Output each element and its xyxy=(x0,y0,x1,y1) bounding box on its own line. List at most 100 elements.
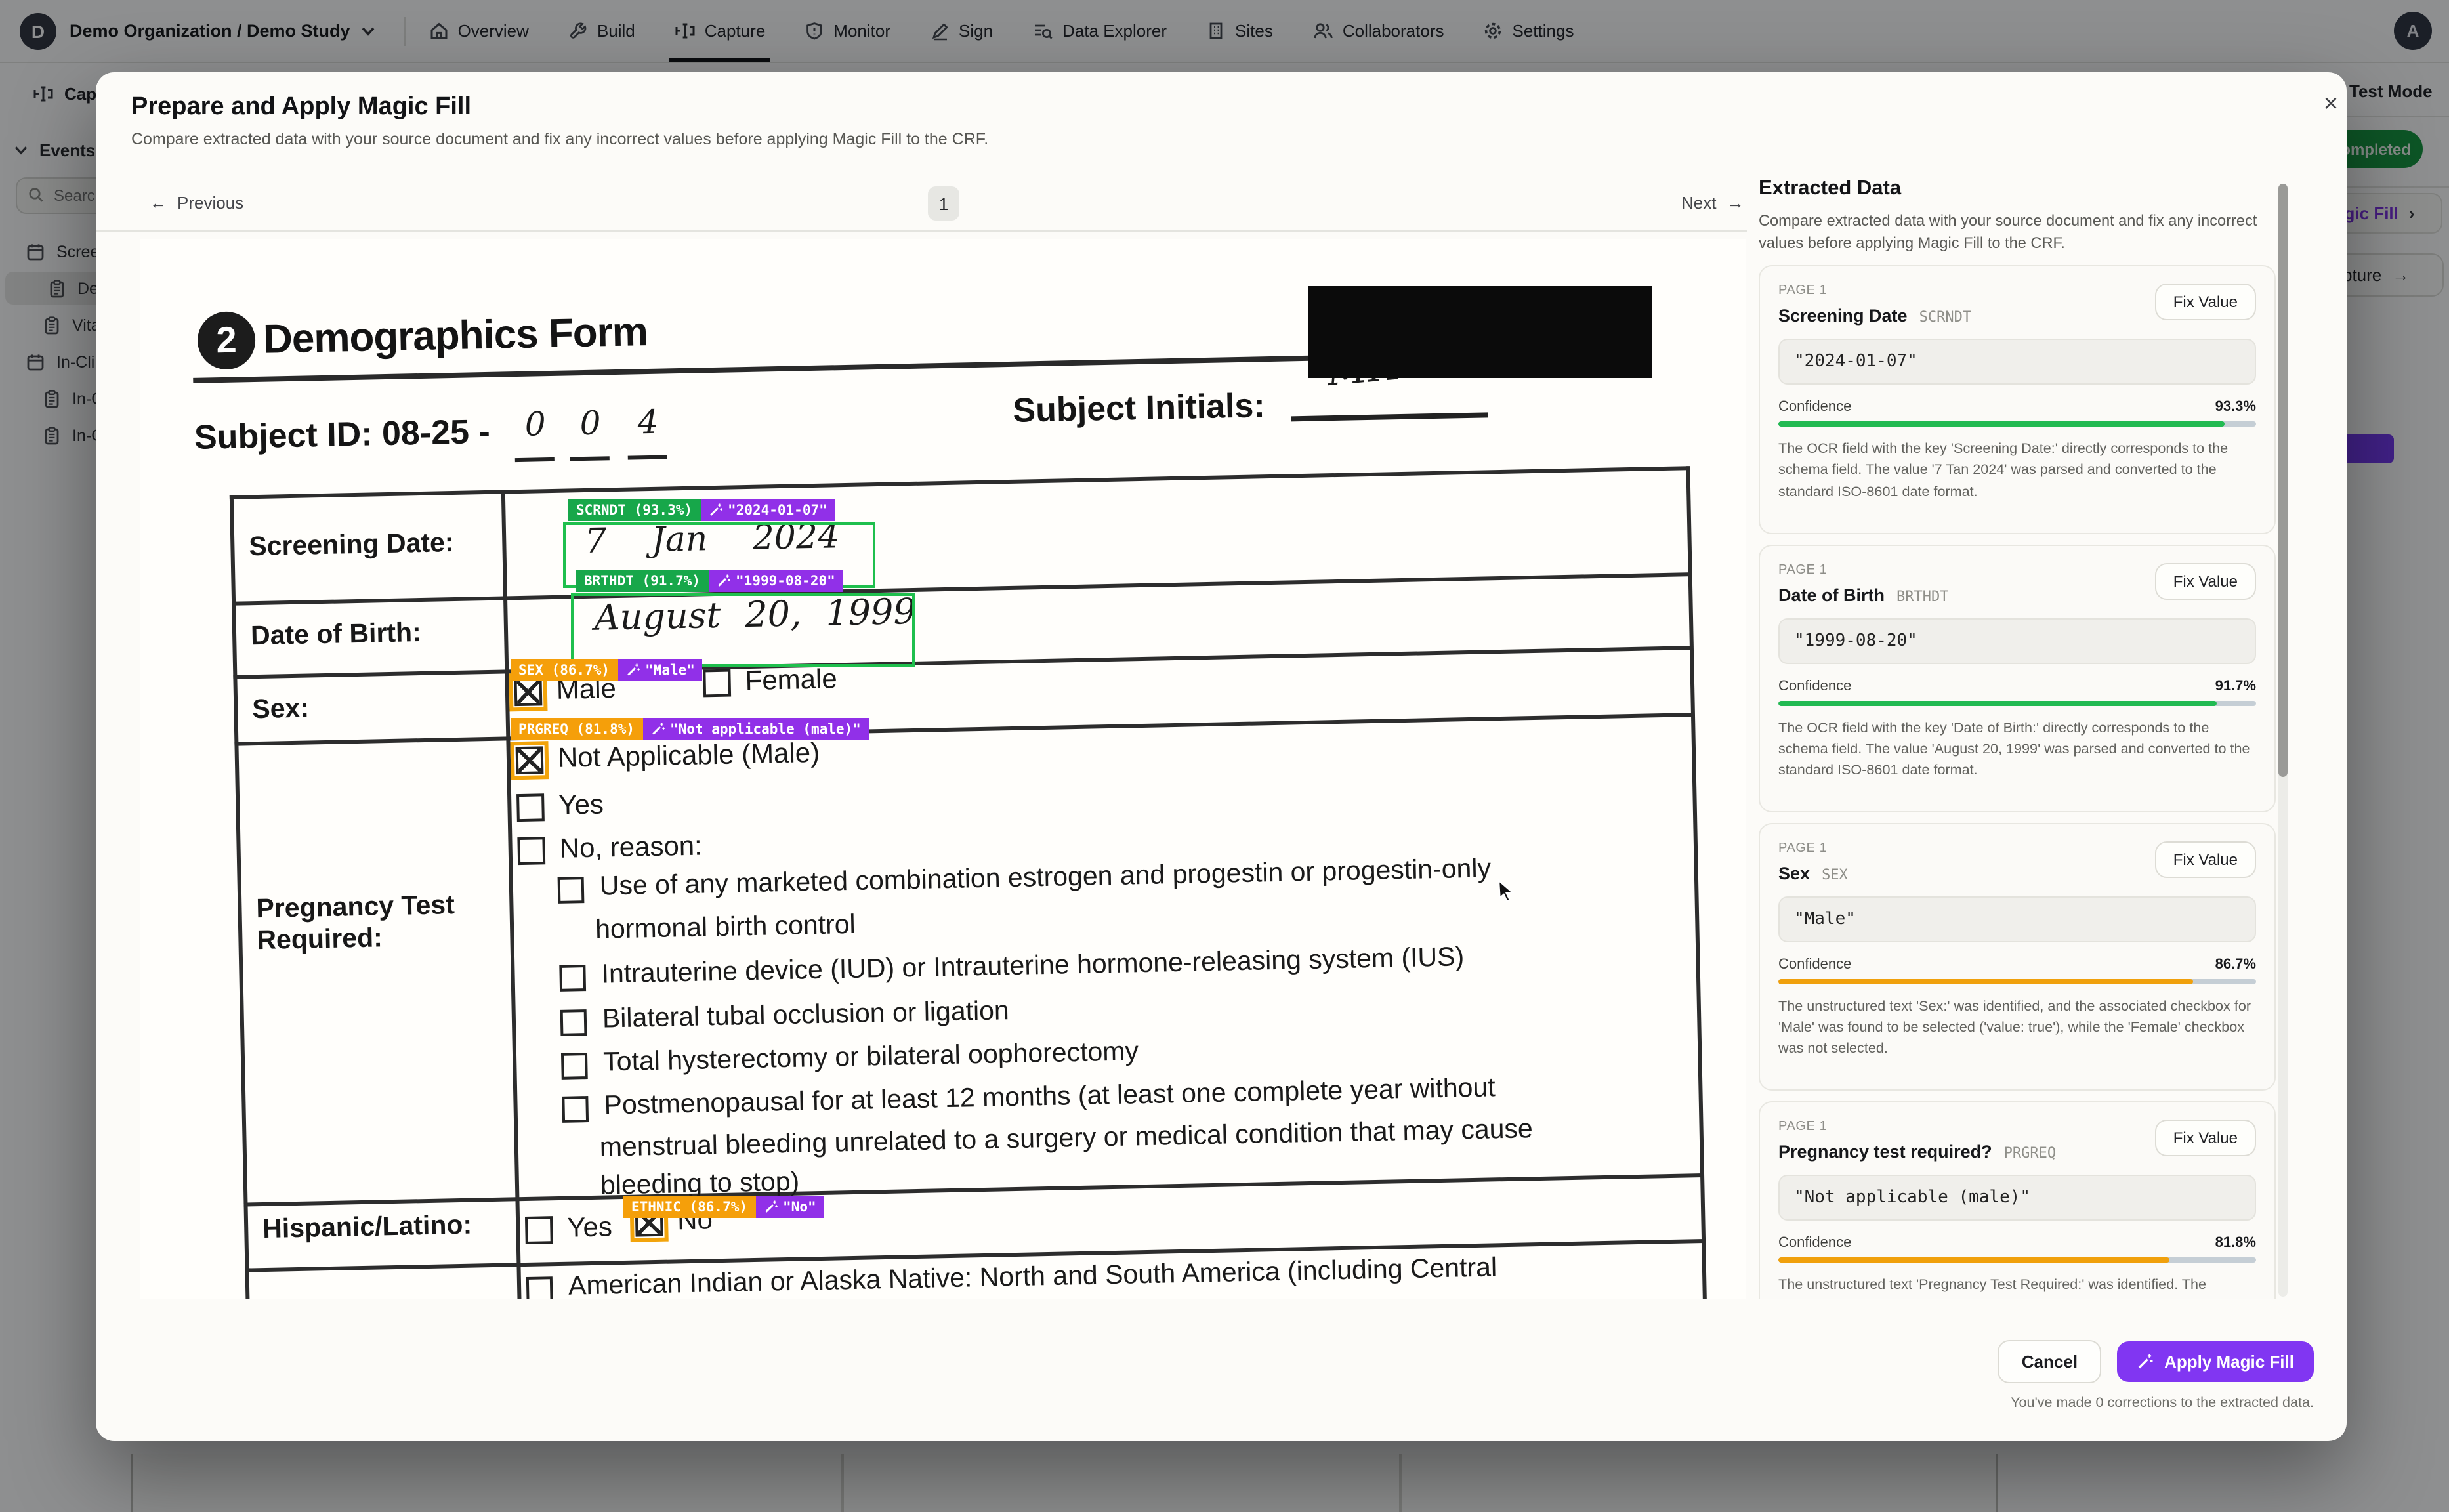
confidence-label: Confidence xyxy=(1778,399,1851,415)
checkbox[interactable] xyxy=(562,1096,589,1123)
blank-line xyxy=(570,456,610,461)
mouse-cursor xyxy=(1497,879,1518,903)
extracted-field-card-screening-date: PAGE 1 Screening Date SCRNDT Fix Value "… xyxy=(1759,265,2276,534)
app-root: D Demo Organization / Demo Study Overvie… xyxy=(0,0,2449,1512)
confidence-label: Confidence xyxy=(1778,957,1851,973)
confidence-label: Confidence xyxy=(1778,1236,1851,1251)
checkbox[interactable] xyxy=(560,1009,587,1036)
field-name: Date of Birth xyxy=(1778,585,1885,604)
checkbox[interactable] xyxy=(516,793,545,821)
row-label: Date of Birth: xyxy=(251,618,422,652)
pregnancy-yes-option[interactable]: Yes xyxy=(516,789,604,823)
magic-wand-icon xyxy=(650,722,665,736)
sex-female-option[interactable]: Female xyxy=(703,664,837,698)
checkbox-checked[interactable] xyxy=(514,677,542,705)
annotation-prgreq[interactable]: PRGREQ (81.8%) "Not applicable (male)" xyxy=(511,718,869,740)
form-number-badge: 2 xyxy=(197,311,256,370)
magic-wand-icon xyxy=(625,663,640,677)
table-border xyxy=(501,490,522,1299)
extracted-value[interactable]: "Male" xyxy=(1778,896,2256,942)
magic-wand-icon xyxy=(763,1200,778,1214)
checkbox[interactable] xyxy=(525,1215,553,1244)
field-key: SCRNDT xyxy=(1919,308,1972,326)
confidence-percent: 81.8% xyxy=(2215,1236,2256,1251)
field-description: The OCR field with the key 'Screening Da… xyxy=(1778,438,2256,502)
redaction-box xyxy=(1308,286,1652,378)
source-document-viewer[interactable]: 2 Demographics Form Subject ID: 08-25 - … xyxy=(140,239,1746,1299)
checkbox[interactable] xyxy=(703,669,731,697)
checkbox[interactable] xyxy=(558,877,585,904)
blank-line xyxy=(628,455,667,459)
divider xyxy=(96,230,1747,232)
subject-initials-label: Subject Initials: xyxy=(1013,385,1265,431)
fix-value-button[interactable]: Fix Value xyxy=(2155,284,2256,320)
magic-fill-modal: Prepare and Apply Magic Fill Compare ext… xyxy=(96,72,2347,1441)
confidence-bar xyxy=(1778,700,2256,705)
row-label: Pregnancy Test Required: xyxy=(256,889,487,957)
reason-item[interactable]: Postmenopausal for at least 12 months (a… xyxy=(562,1072,1496,1123)
reason-item[interactable]: Bilateral tubal occlusion or ligation xyxy=(560,996,1009,1036)
subject-id-digit: 0 xyxy=(524,405,546,444)
reason-item[interactable]: Total hysterectomy or bilateral oophorec… xyxy=(561,1036,1139,1080)
blank-line xyxy=(515,457,555,462)
previous-page-button[interactable]: ← Previous xyxy=(150,193,243,213)
next-page-button[interactable]: Next → xyxy=(1681,193,1744,213)
reason-item[interactable]: Intrauterine device (IUD) or Intrauterin… xyxy=(559,942,1464,992)
page-badge: PAGE 1 xyxy=(1778,562,1949,577)
table-border xyxy=(230,495,250,1299)
field-name: Pregnancy test required? xyxy=(1778,1143,1992,1162)
checkbox-checked[interactable] xyxy=(516,746,544,774)
cancel-button[interactable]: Cancel xyxy=(1998,1340,2101,1383)
annotation-scrndt[interactable]: SCRNDT (93.3%) "2024-01-07" xyxy=(568,499,835,521)
confidence-label: Confidence xyxy=(1778,678,1851,694)
checkbox[interactable] xyxy=(526,1276,553,1299)
arrow-right-icon: → xyxy=(1727,193,1744,213)
panel-scrollbar-track[interactable] xyxy=(2278,184,2288,1297)
modal-subtitle: Compare extracted data with your source … xyxy=(131,130,988,148)
blank-line xyxy=(1291,412,1488,421)
pregnancy-no-option[interactable]: No, reason: xyxy=(517,831,702,866)
confidence-bar xyxy=(1778,421,2256,427)
field-name: Sex xyxy=(1778,864,1810,883)
confidence-percent: 86.7% xyxy=(2215,957,2256,973)
confidence-percent: 93.3% xyxy=(2215,399,2256,415)
close-icon[interactable]: × xyxy=(2314,88,2348,122)
page-badge: PAGE 1 xyxy=(1778,841,1848,856)
scanned-form: 2 Demographics Form Subject ID: 08-25 - … xyxy=(140,239,1746,1299)
magic-wand-icon xyxy=(708,503,722,517)
subject-id-digit: 0 xyxy=(579,404,601,442)
hispanic-yes-option[interactable]: Yes xyxy=(525,1212,612,1246)
fix-value-button[interactable]: Fix Value xyxy=(2155,1120,2256,1157)
annotation-sex[interactable]: SEX (86.7%) "Male" xyxy=(511,659,703,681)
field-key: PRGREQ xyxy=(2004,1145,2057,1162)
extracted-value[interactable]: "2024-01-07" xyxy=(1778,339,2256,385)
magic-wand-icon xyxy=(716,574,730,588)
fix-value-button[interactable]: Fix Value xyxy=(2155,841,2256,878)
extracted-value[interactable]: "Not applicable (male)" xyxy=(1778,1175,2256,1221)
row-label: Hispanic/Latino: xyxy=(262,1210,472,1246)
table-border xyxy=(234,713,1694,746)
field-description: The unstructured text 'Pregnancy Test Re… xyxy=(1778,1275,2256,1299)
apply-magic-fill-button[interactable]: Apply Magic Fill xyxy=(2117,1341,2314,1382)
panel-subtitle: Compare extracted data with your source … xyxy=(1759,210,2273,255)
panel-title: Extracted Data xyxy=(1759,177,2276,201)
page-number-pill[interactable]: 1 xyxy=(928,186,959,220)
table-border xyxy=(243,1173,1703,1206)
confidence-percent: 91.7% xyxy=(2215,678,2256,694)
extracted-value[interactable]: "1999-08-20" xyxy=(1778,618,2256,663)
page-badge: PAGE 1 xyxy=(1778,284,1971,298)
pregnancy-not-applicable-option[interactable]: Not Applicable (Male) xyxy=(516,738,820,776)
subject-id-digit: 4 xyxy=(637,403,659,442)
arrow-left-icon: ← xyxy=(150,193,167,213)
checkbox[interactable] xyxy=(517,836,545,864)
table-border xyxy=(232,572,1691,605)
field-description: The unstructured text 'Sex:' was identif… xyxy=(1778,996,2256,1060)
checkbox[interactable] xyxy=(559,965,586,992)
annotation-brthdt[interactable]: BRTHDT (91.7%) "1999-08-20" xyxy=(576,570,843,592)
annotation-ethnic[interactable]: ETHNIC (86.7%) "No" xyxy=(623,1196,824,1218)
fix-value-button[interactable]: Fix Value xyxy=(2155,562,2256,599)
panel-scrollbar-thumb[interactable] xyxy=(2278,184,2288,777)
row-label: Sex: xyxy=(252,693,310,726)
extracted-data-panel[interactable]: Extracted Data Compare extracted data wi… xyxy=(1759,177,2276,1299)
checkbox[interactable] xyxy=(561,1053,588,1080)
